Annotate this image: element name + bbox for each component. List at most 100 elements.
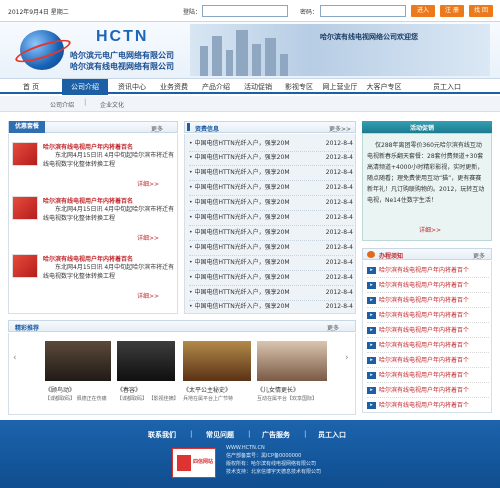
movie-poster[interactable]	[117, 341, 175, 381]
scroll-left-icon[interactable]: ‹	[13, 353, 17, 363]
ranking-item[interactable]: ▸ 哈尔滨有线电视用户年内将着百个	[367, 323, 489, 338]
sub-nav: 公司介绍 | 企业文化	[0, 96, 500, 112]
nav-staff-entrance[interactable]: 员工入口	[424, 79, 470, 95]
footer-line: 版权所有：哈尔滨有线电视网络有限公司	[226, 461, 317, 467]
news-item[interactable]: • 中国电信HTTN光纤入户，强享20M 2012-8-4	[189, 210, 353, 226]
news-item[interactable]: • 中国电信HTTN光纤入户，强享20M 2012-8-4	[189, 150, 353, 166]
footer-faq-link[interactable]: 常见问题	[206, 430, 234, 440]
ranking-item[interactable]: ▸ 哈尔滨有线电视用户年内将着百个	[367, 353, 489, 368]
notice-icon	[367, 251, 375, 258]
footer-badge[interactable]: 四信网站	[172, 448, 216, 478]
movie-title[interactable]: 《顾鸟动》	[45, 385, 75, 394]
nav-online-hall[interactable]: 网上营业厅	[318, 79, 362, 95]
promo-item-title[interactable]: 哈尔滨有线电视用户年内将着百名	[43, 196, 177, 205]
footer-ad-link[interactable]: 广告服务	[262, 430, 290, 440]
nav-home[interactable]: 首 页	[14, 79, 48, 95]
promo-thumbnail[interactable]	[12, 196, 38, 220]
ranking-panel-header: 办程须知 更多	[362, 248, 492, 260]
retrieve-button[interactable]: 找 回	[469, 5, 493, 17]
nav-movies[interactable]: 影视专区	[280, 79, 318, 95]
skyline-building	[280, 54, 288, 76]
activity-panel: 仅288年离团零价360元哈尔滨有线互动电视新春乐翻天套餐：28套付费频道+30…	[362, 133, 492, 241]
movies-panel-title: 精彩推荐	[15, 325, 40, 332]
skyline-building	[236, 30, 248, 76]
movie-title[interactable]: 《春容》	[117, 385, 141, 394]
promo-detail-link[interactable]: 详细>>	[137, 291, 159, 300]
promo-thumbnail[interactable]	[12, 142, 38, 166]
promo-detail-link[interactable]: 详细>>	[137, 179, 159, 188]
ranking-more-link[interactable]: 更多	[473, 251, 485, 260]
list-marker-icon: ▸	[367, 387, 376, 394]
nav-promotions[interactable]: 活动促销	[238, 79, 278, 95]
logo-company-name-2: 哈尔滨有线电视网络有限公司	[70, 62, 174, 71]
movies-panel-header: 精彩推荐 更多	[8, 320, 356, 332]
ranking-item[interactable]: ▸ 哈尔滨有线电视用户年内将着百个	[367, 263, 489, 278]
logo-company-name-1: 哈尔滨元电广电网络有限公司	[70, 51, 174, 60]
ranking-item[interactable]: ▸ 哈尔滨有线电视用户年内将着百个	[367, 338, 489, 353]
news-item[interactable]: • 中国电信HTTN光纤入户，强享20M 2012-8-4	[189, 255, 353, 271]
activity-detail-link[interactable]: 详细>>	[419, 225, 441, 234]
ranking-item[interactable]: ▸ 哈尔滨有线电视用户年内将着百个	[367, 383, 489, 398]
footer-staff-link[interactable]: 员工入口	[318, 430, 346, 440]
register-button[interactable]: 注 册	[440, 5, 464, 17]
movie-title[interactable]: 《太平公主秘史》	[183, 385, 231, 394]
promo-item-title[interactable]: 哈尔滨有线电视用户年内将着百名	[43, 142, 177, 151]
top-bar: 2012年9月4日 星期二 登陆： 密码： 进入 注 册 找 回	[0, 0, 500, 22]
ranking-item[interactable]: ▸ 哈尔滨有线电视用户年内将着百个	[367, 293, 489, 308]
footer-divider: |	[190, 430, 193, 438]
news-item[interactable]: • 中国电信HTTN光纤入户，强享20M 2012-8-4	[189, 165, 353, 181]
news-item[interactable]: • 中国电信HTTN光纤入户，强享20M 2012-8-4	[189, 299, 353, 315]
ranking-item[interactable]: ▸ 哈尔滨有线电视用户年内将着百个	[367, 398, 489, 413]
promo-detail-link[interactable]: 详细>>	[137, 233, 159, 242]
promo-item-title[interactable]: 哈尔滨有线电视用户年内将着百名	[43, 254, 177, 263]
activity-panel-title: 活动促销	[410, 125, 435, 132]
footer-contact-link[interactable]: 联系我们	[148, 430, 176, 440]
promo-thumbnail[interactable]	[12, 254, 38, 278]
nav-news-center[interactable]: 资讯中心	[112, 79, 152, 95]
news-item[interactable]: • 中国电信HTTN光纤入户，强享20M 2012-8-4	[189, 225, 353, 241]
enter-button[interactable]: 进入	[411, 5, 435, 17]
nav-tariffs[interactable]: 业务资费	[154, 79, 194, 95]
movie-desc: 互动在属平台【欢享国际】	[257, 396, 318, 402]
news-item[interactable]: • 中国电信HTTN光纤入户，强享20M 2012-8-4	[189, 195, 353, 211]
skyline-building	[252, 44, 261, 76]
list-marker-icon: ▸	[367, 282, 376, 289]
movie-title[interactable]: 《儿女情更长》	[257, 385, 299, 394]
subnav-culture[interactable]: 企业文化	[100, 100, 124, 109]
movies-more-link[interactable]: 更多	[327, 323, 339, 332]
header-banner: 哈尔滨有线电视网络公司欢迎您	[190, 24, 490, 76]
nav-products[interactable]: 产品介绍	[196, 79, 236, 95]
nav-enterprise[interactable]: 大客户专区	[362, 79, 406, 95]
ranking-item[interactable]: ▸ 哈尔滨有线电视用户年内将着百个	[367, 308, 489, 323]
username-input[interactable]	[202, 5, 288, 17]
promo-panel: 哈尔滨有线电视用户年内将着百名 东北网4月15日讯 4月中旬起哈尔滨市将迁有线电…	[8, 134, 178, 314]
news-item[interactable]: • 中国电信HTTN光纤入户，强享20M 2012-8-4	[189, 180, 353, 196]
movie-poster[interactable]	[257, 341, 327, 381]
news-item[interactable]: • 中国电信HTTN光纤入户，强享20M 2012-8-4	[189, 270, 353, 286]
ranking-item[interactable]: ▸ 哈尔滨有线电视用户年内将着百个	[367, 278, 489, 293]
promo-panel-title: 优惠套餐	[9, 121, 46, 133]
password-input[interactable]	[320, 5, 406, 17]
nav-company-intro[interactable]: 公司介绍	[62, 79, 108, 95]
subnav-company-intro[interactable]: 公司介绍	[50, 100, 74, 109]
news-item[interactable]: • 中国电信HTTN光纤入户，强享20M 2012-8-4	[189, 240, 353, 256]
movie-poster[interactable]	[183, 341, 251, 381]
badge-text: 四信网站	[193, 459, 214, 465]
movie-poster[interactable]	[45, 341, 111, 381]
ranking-list: ▸ 哈尔滨有线电视用户年内将着百个 ▸ 哈尔滨有线电视用户年内将着百个 ▸ 哈尔滨有线…	[362, 261, 492, 413]
skyline-building	[200, 46, 208, 76]
news-more-link[interactable]: 更多>>	[329, 124, 351, 133]
date-text: 2012年9月4日 星期二	[8, 9, 69, 16]
activity-panel-header: 活动促销	[362, 121, 492, 133]
ranking-item[interactable]: ▸ 哈尔滨有线电视用户年内将着百个	[367, 368, 489, 383]
movie-desc: 【谍都取码】 【影视佳摘】	[117, 396, 179, 402]
main-nav: 首 页 公司介绍 资讯中心 业务资费 产品介绍 活动促销 影视专区 网上营业厅 …	[0, 78, 500, 95]
list-marker-icon: ▸	[367, 342, 376, 349]
scroll-right-icon[interactable]: ›	[345, 353, 349, 363]
movie-desc: 兵地在属平台上广节特	[183, 396, 234, 402]
promo-more-link[interactable]: 更多	[151, 124, 163, 133]
footer-line: 信产部备案号：黑ICP备0000000	[226, 453, 302, 459]
list-marker-icon: ▸	[367, 312, 376, 319]
ranking-panel-title: 办程须知	[379, 253, 404, 260]
list-marker-icon: ▸	[367, 267, 376, 274]
